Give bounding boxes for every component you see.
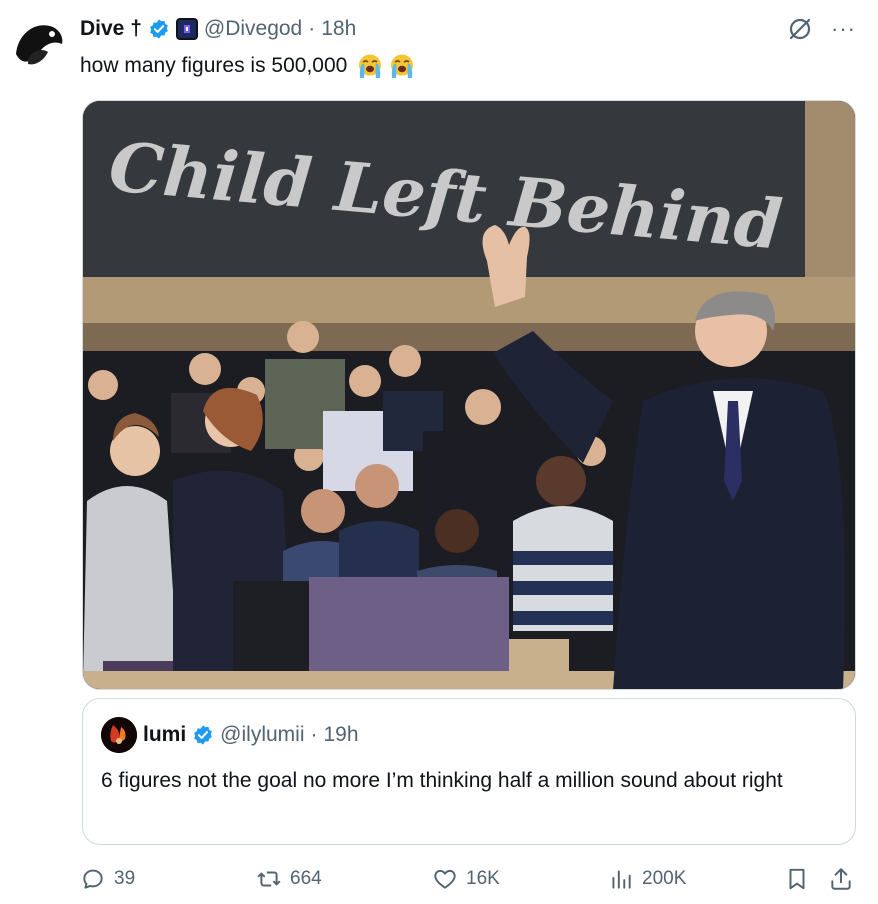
like-button[interactable]: 16K (432, 866, 500, 892)
views-count: 200K (642, 868, 687, 889)
like-icon (434, 869, 456, 889)
share-button[interactable] (828, 866, 854, 892)
tweet-header: Dive † @Divegod · 18h (80, 16, 356, 42)
tweet-media-photo[interactable]: Child Left Behind (82, 100, 856, 690)
quote-timestamp[interactable]: 19h (324, 723, 359, 747)
timestamp[interactable]: 18h (321, 17, 356, 41)
verified-badge-icon (149, 19, 168, 39)
views-button[interactable]: 200K (608, 866, 686, 892)
loudly-crying-face-icon (391, 54, 414, 78)
repost-button[interactable]: 664 (256, 866, 322, 892)
repost-count: 664 (290, 868, 322, 889)
bookmark-button[interactable] (784, 866, 810, 892)
reply-count: 39 (114, 868, 136, 889)
quote-text: 6 figures not the goal no more I’m think… (101, 769, 783, 792)
grok-icon[interactable] (787, 16, 813, 42)
views-icon (612, 870, 631, 889)
reply-button[interactable]: 39 (80, 866, 135, 892)
share-icon (831, 868, 851, 890)
tweet-action-bar: 39 664 16K 200K (80, 866, 856, 894)
bookmark-icon (789, 868, 805, 890)
author-avatar[interactable] (8, 14, 70, 76)
affiliate-icon[interactable] (175, 18, 198, 40)
more-icon[interactable]: ··· (831, 18, 856, 40)
tweet-body: how many figures is 500,000 (80, 54, 348, 77)
verified-badge-icon (194, 725, 213, 745)
separator: · (310, 723, 318, 746)
top-actions: ··· (787, 16, 856, 42)
tweet-text: how many figures is 500,000 (80, 52, 417, 80)
separator: · (308, 17, 316, 40)
quote-author-avatar[interactable] (101, 717, 137, 753)
reply-icon (83, 869, 103, 889)
quote-header: lumi @ilylumii · 19h (101, 717, 359, 753)
quote-author-name[interactable]: lumi (143, 723, 186, 747)
loudly-crying-face-icon (359, 54, 382, 78)
quote-author-handle[interactable]: @ilylumii (220, 723, 304, 747)
quoted-tweet[interactable]: lumi @ilylumii · 19h 6 figures not the g… (82, 698, 856, 845)
repost-icon (257, 871, 281, 887)
author-handle[interactable]: @Divegod (204, 17, 302, 41)
like-count: 16K (466, 868, 500, 889)
author-name[interactable]: Dive † (80, 17, 142, 41)
